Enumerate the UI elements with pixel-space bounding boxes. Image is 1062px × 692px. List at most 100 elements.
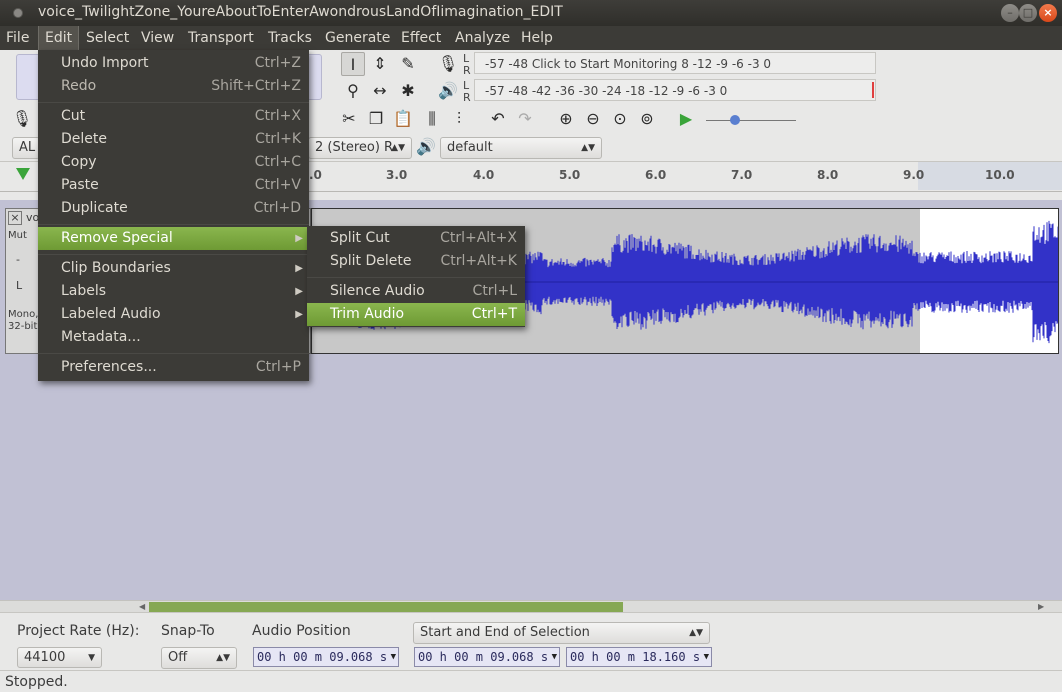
redo-icon[interactable]: ↷ (513, 107, 537, 131)
menu-item-label: Silence Audio (330, 283, 425, 299)
trim-icon[interactable]: ⫼ (420, 107, 444, 131)
track-close-button[interactable]: × (8, 211, 22, 225)
minimize-button[interactable]: – (1001, 4, 1019, 22)
menu-select[interactable]: Select (80, 26, 135, 50)
selection-toolbar: Project Rate (Hz): 44100 ▼ Snap-To Off ▲▼ … (0, 612, 1062, 670)
track-mute-button[interactable]: Mut (8, 230, 27, 241)
menu-item-split-cut[interactable]: Split Cut Ctrl+Alt+X (307, 227, 525, 250)
menu-generate[interactable]: Generate (319, 26, 396, 50)
gain-minus-label: - (16, 253, 20, 266)
menu-item-labels[interactable]: Labels ▶ (38, 280, 309, 303)
selection-mode-select[interactable]: Start and End of Selection ▲▼ (413, 622, 710, 644)
record-meter-r-label: R (463, 64, 471, 77)
menu-file[interactable]: File (0, 26, 35, 50)
menu-item-shortcut: Ctrl+K (255, 131, 301, 147)
scrollbar-thumb[interactable] (149, 602, 623, 612)
menu-item-silence-audio[interactable]: Silence Audio Ctrl+L (307, 280, 525, 303)
tick-label: 7.0 (731, 168, 753, 182)
menu-item-metadata[interactable]: Metadata... (38, 326, 309, 349)
menu-item-undo-import[interactable]: Undo Import Ctrl+Z (38, 52, 309, 75)
audio-host-select[interactable]: AL (12, 137, 40, 159)
horizontal-scrollbar[interactable]: ◀ ▶ (0, 600, 1062, 612)
speaker-icon[interactable]: 🔊 (436, 79, 460, 103)
menu-item-copy[interactable]: Copy Ctrl+C (38, 151, 309, 174)
play-speed-slider[interactable] (706, 120, 796, 121)
menu-item-shortcut: Ctrl+X (254, 108, 301, 124)
zoom-tool-icon[interactable]: ⚲ (341, 79, 365, 103)
menu-item-delete[interactable]: Delete Ctrl+K (38, 128, 309, 151)
menu-item-paste[interactable]: Paste Ctrl+V (38, 174, 309, 197)
tick-label: 3.0 (386, 168, 408, 182)
fit-project-icon[interactable]: ⊚ (635, 107, 659, 131)
output-speaker-icon: 🔊 (416, 137, 436, 156)
submenu-arrow-icon: ▶ (295, 309, 303, 320)
play-head-icon[interactable] (16, 168, 30, 180)
microphone-icon[interactable]: 🎙 (436, 52, 460, 76)
menu-item-shortcut: Ctrl+T (471, 306, 517, 322)
menu-item-trim-audio[interactable]: Trim Audio Ctrl+T (307, 303, 525, 326)
menu-tracks[interactable]: Tracks (262, 26, 318, 50)
audio-position-value: 00 h 00 m 09.068 s (257, 650, 388, 664)
selection-start-field[interactable]: 00 h 00 m 09.068 s ▼ (414, 647, 560, 667)
audio-position-field[interactable]: 00 h 00 m 09.068 s ▼ (253, 647, 399, 667)
menu-item-clip-boundaries[interactable]: Clip Boundaries ▶ (38, 257, 309, 280)
app-icon (13, 8, 23, 18)
cut-icon[interactable]: ✂ (337, 107, 361, 131)
menu-analyze[interactable]: Analyze (449, 26, 516, 50)
zoom-out-icon[interactable]: ⊖ (581, 107, 605, 131)
maximize-button[interactable]: □ (1019, 4, 1037, 22)
multi-tool-icon[interactable]: ✱ (396, 79, 420, 103)
submenu-arrow-icon: ▶ (295, 286, 303, 297)
fit-selection-icon[interactable]: ⊙ (608, 107, 632, 131)
edit-menu: Undo Import Ctrl+Z Redo Shift+Ctrl+Z Cut Ct… (38, 50, 309, 381)
scroll-left-icon[interactable]: ◀ (139, 602, 145, 611)
close-button[interactable]: × (1039, 4, 1057, 22)
menu-item-duplicate[interactable]: Duplicate Ctrl+D (38, 197, 309, 220)
timeshift-tool-icon[interactable]: ↔ (368, 79, 392, 103)
zoom-in-icon[interactable]: ⊕ (554, 107, 578, 131)
play-speed-slider-thumb[interactable] (730, 115, 740, 125)
menu-item-redo[interactable]: Redo Shift+Ctrl+Z (38, 75, 309, 98)
playback-meter[interactable]: -57 -48 -42 -36 -30 -24 -18 -12 -9 -6 -3… (474, 79, 876, 101)
menu-item-label: Redo (61, 78, 97, 94)
selection-tool-icon[interactable]: I (341, 52, 365, 76)
selection-mode-value: Start and End of Selection (420, 625, 590, 640)
playback-meter-r-label: R (463, 91, 471, 104)
snap-to-select[interactable]: Off ▲▼ (161, 647, 237, 669)
channels-select[interactable]: 2 (Stereo) R ▲▼ (308, 137, 412, 159)
menu-item-cut[interactable]: Cut Ctrl+X (38, 105, 309, 128)
menu-item-label: Remove Special (61, 230, 173, 246)
play-at-speed-icon[interactable]: ▶ (674, 107, 698, 131)
menu-separator (307, 277, 525, 278)
paste-icon[interactable]: 📋 (391, 107, 415, 131)
silence-icon[interactable]: ⫶ (447, 107, 471, 131)
record-meter-mic-icon[interactable]: 🎙 (10, 107, 34, 131)
envelope-tool-icon[interactable]: ⇕ (368, 52, 392, 76)
record-meter[interactable]: -57 -48 Click to Start Monitoring 8 -12 … (474, 52, 876, 74)
remove-special-submenu: Split Cut Ctrl+Alt+X Split Delete Ctrl+Alt… (307, 226, 525, 327)
menu-edit[interactable]: Edit (38, 26, 80, 50)
menu-separator (38, 102, 309, 103)
output-device-select[interactable]: default ▲▼ (440, 137, 602, 159)
scroll-right-icon[interactable]: ▶ (1038, 602, 1044, 611)
undo-icon[interactable]: ↶ (486, 107, 510, 131)
menu-item-shortcut: Shift+Ctrl+Z (211, 78, 301, 94)
menu-item-split-delete[interactable]: Split Delete Ctrl+Alt+K (307, 250, 525, 273)
menu-item-label: Labels (61, 283, 107, 299)
draw-tool-icon[interactable]: ✎ (396, 52, 420, 76)
menu-transport[interactable]: Transport (182, 26, 260, 50)
copy-icon[interactable]: ❐ (364, 107, 388, 131)
menu-item-shortcut: Ctrl+Alt+X (440, 230, 517, 246)
track-info-format: Mono, (8, 309, 39, 320)
menu-effect[interactable]: Effect (395, 26, 447, 50)
tick-label: .0 (309, 168, 322, 182)
menu-help[interactable]: Help (515, 26, 559, 50)
menu-item-labeled-audio[interactable]: Labeled Audio ▶ (38, 303, 309, 326)
menu-item-label: Paste (61, 177, 99, 193)
menu-item-preferences[interactable]: Preferences... Ctrl+P (38, 356, 309, 379)
menu-view[interactable]: View (135, 26, 180, 50)
menu-item-remove-special[interactable]: Remove Special ▶ (38, 227, 309, 250)
menu-item-label: Undo Import (61, 55, 149, 71)
selection-end-field[interactable]: 00 h 00 m 18.160 s ▼ (566, 647, 712, 667)
project-rate-select[interactable]: 44100 ▼ (17, 647, 102, 668)
